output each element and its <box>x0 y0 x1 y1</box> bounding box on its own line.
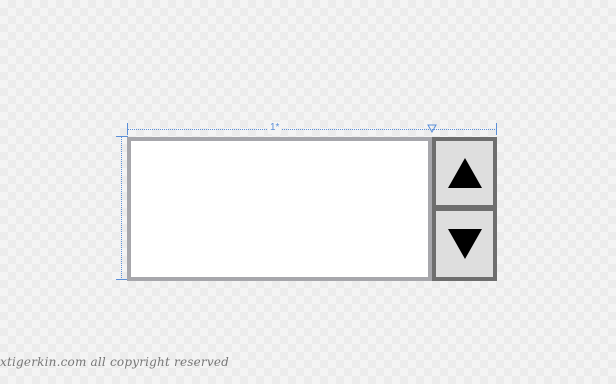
row-guide-line <box>121 136 122 280</box>
column-width-label: 1* <box>268 122 282 134</box>
column-start-tick <box>127 123 128 135</box>
column-splitter-marker-icon[interactable] <box>427 124 437 134</box>
numeric-value-input[interactable] <box>127 137 432 281</box>
copyright-watermark: xtigerkin.com all copyright reserved <box>0 355 230 369</box>
column-guide-line <box>127 129 497 130</box>
arrow-down-icon <box>447 229 482 259</box>
increment-button[interactable] <box>436 141 493 205</box>
column-end-tick <box>496 123 497 135</box>
spin-button-frame <box>432 137 497 281</box>
decrement-button[interactable] <box>436 211 493 277</box>
arrow-up-icon <box>447 158 482 188</box>
